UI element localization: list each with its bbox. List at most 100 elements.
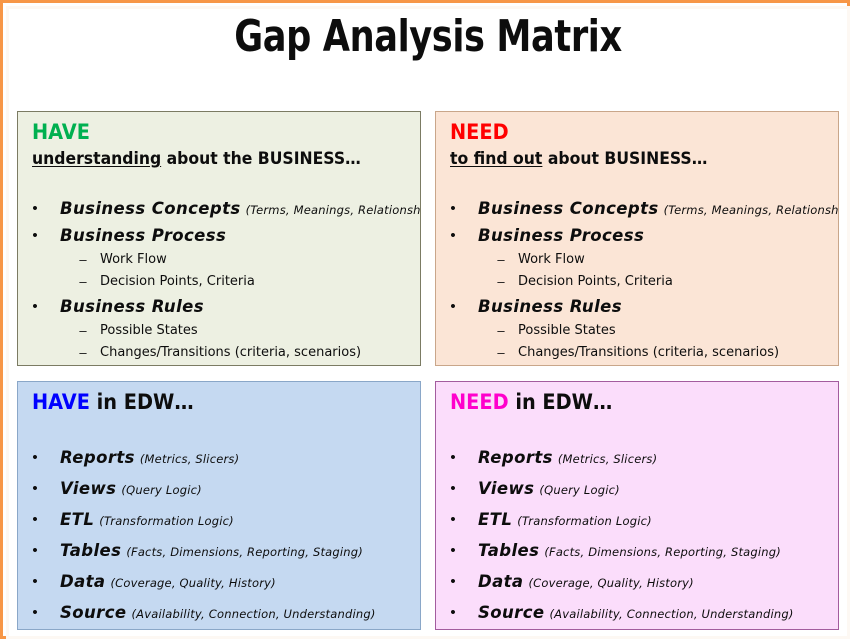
page-title: Gap Analysis Matrix — [234, 11, 622, 62]
bullet-marker-icon: • — [32, 604, 38, 621]
sub-list-item: – Work Flow — [436, 249, 838, 271]
list-item: • Source (Availability, Connection, Under… — [18, 597, 420, 628]
list-item-text: Business Concepts (Terms, Meanings, Relat… — [478, 195, 839, 224]
sub-list-item-label: Formulas, Parameters — [518, 364, 660, 365]
panel-have-edw: HAVE in EDW… • Reports (Metrics, Slicers)… — [17, 381, 421, 630]
sub-list-item: – Decision Points, Criteria — [436, 271, 838, 293]
list-item-text: Business Concepts (Terms, Meanings, Relat… — [60, 195, 421, 224]
list-item-paren — [226, 230, 231, 244]
list-item-label: Data — [478, 572, 524, 591]
list-item-paren: (Metrics, Slicers) — [557, 452, 658, 466]
list-item-label: Data — [60, 572, 106, 591]
sub-list-item: – Changes/Transitions (criteria, scenari… — [18, 342, 420, 364]
list-item-paren — [204, 301, 209, 315]
bullet-marker-icon: • — [32, 573, 38, 590]
list-item-text: Reports (Metrics, Slicers) — [478, 442, 657, 475]
subheading-underlined: to find out — [450, 149, 543, 169]
list-item-label: Source — [478, 603, 545, 622]
list-item: • Business Process — [18, 222, 420, 249]
sub-list-item-label: Formulas, Parameters — [100, 364, 242, 365]
panel-have-business-heading: HAVE — [32, 120, 90, 145]
list-item: • Business Rules — [436, 293, 838, 320]
dash-marker-icon: – — [79, 274, 87, 289]
panel-have-business-subheading: understanding about the BUSINESS… — [32, 149, 361, 170]
dash-marker-icon: – — [497, 274, 505, 289]
list-item-text: Reports (Metrics, Slicers) — [60, 442, 239, 475]
bullet-marker-icon: • — [450, 227, 456, 244]
bullet-marker-icon: • — [32, 542, 38, 559]
dash-marker-icon: – — [76, 364, 90, 365]
list-item-paren: (Terms, Meanings, Relationships) — [245, 203, 421, 217]
heading-rest: in EDW… — [508, 390, 613, 414]
sub-list-item-label: Possible States — [100, 323, 198, 338]
sub-list-item: – Formulas, Parameters — [18, 364, 420, 365]
list-item-paren: (Coverage, Quality, History) — [528, 576, 694, 590]
list-item: • Source (Availability, Connection, Under… — [436, 597, 838, 628]
list-item-paren: (Coverage, Quality, History) — [110, 576, 276, 590]
bullet-marker-icon: • — [32, 227, 38, 244]
list-item-text: Views (Query Logic) — [478, 473, 620, 506]
panel-need-edw-heading: NEED in EDW… — [450, 390, 612, 415]
list-item-paren: (Terms, Meanings, Relationships) — [663, 203, 839, 217]
sub-list-item-label: Changes/Transitions (criteria, scenarios… — [100, 345, 362, 360]
dash-marker-icon: – — [497, 252, 505, 267]
sub-list-item-label: Possible States — [518, 323, 616, 338]
list-item-paren: (Query Logic) — [539, 483, 620, 497]
list-item: • Business Concepts (Terms, Meanings, Rel… — [436, 195, 838, 222]
list-item-label: Tables — [478, 541, 540, 560]
list-item-text: Source (Availability, Connection, Underst… — [478, 597, 794, 629]
list-item-label: Reports — [478, 448, 553, 467]
sub-list-item-label: Work Flow — [518, 252, 585, 267]
sub-list-item: – Work Flow — [18, 249, 420, 271]
list-item: • Business Concepts (Terms, Meanings, Rel… — [18, 195, 420, 222]
bullet-list-have-edw: • Reports (Metrics, Slicers) • Views (Quer… — [18, 442, 420, 628]
panel-need-edw: NEED in EDW… • Reports (Metrics, Slicers)… — [435, 381, 839, 630]
list-item-label: Views — [478, 479, 535, 498]
list-item-label: Tables — [60, 541, 122, 560]
bullet-marker-icon: • — [32, 200, 38, 217]
list-item-text: Tables (Facts, Dimensions, Reporting, Sta… — [478, 535, 781, 568]
list-item-paren: (Facts, Dimensions, Reporting, Staging) — [126, 545, 363, 559]
panel-need-business: NEED to find out about BUSINESS… • Busin… — [435, 111, 839, 366]
list-item-paren — [622, 301, 627, 315]
list-item: • Data (Coverage, Quality, History) — [436, 566, 838, 597]
list-item-text: Business Rules — [60, 293, 209, 322]
bullet-marker-icon: • — [450, 449, 456, 466]
dash-marker-icon: – — [494, 364, 508, 365]
sub-list-item-label: Decision Points, Criteria — [518, 274, 673, 289]
list-item-label: ETL — [478, 510, 513, 529]
bullet-marker-icon: • — [450, 542, 456, 559]
dash-marker-icon: – — [497, 345, 505, 360]
list-item-label: Business Concepts — [478, 199, 659, 218]
bullet-marker-icon: • — [450, 480, 456, 497]
bullet-marker-icon: • — [450, 511, 456, 528]
subheading-rest: about BUSINESS… — [542, 149, 708, 169]
sub-list-item-label: Work Flow — [100, 252, 167, 267]
list-item: • ETL (Transformation Logic) — [18, 504, 420, 535]
list-item-label: Business Process — [478, 226, 645, 245]
bullet-marker-icon: • — [32, 511, 38, 528]
list-item-text: Data (Coverage, Quality, History) — [478, 566, 694, 599]
dash-marker-icon: – — [79, 252, 87, 267]
list-item-paren: (Facts, Dimensions, Reporting, Staging) — [544, 545, 781, 559]
panel-have-edw-heading: HAVE in EDW… — [32, 390, 194, 415]
bullet-list-need-business: • Business Concepts (Terms, Meanings, Rel… — [436, 195, 838, 365]
list-item-paren: (Availability, Connection, Understanding… — [549, 607, 794, 621]
sub-list-item: – Formulas, Parameters — [436, 364, 838, 365]
dash-marker-icon: – — [79, 323, 87, 338]
list-item-text: Business Rules — [478, 293, 627, 322]
list-item-text: Business Process — [478, 222, 649, 251]
panel-need-business-subheading: to find out about BUSINESS… — [450, 149, 707, 170]
list-item-label: Business Process — [60, 226, 227, 245]
bullet-marker-icon: • — [450, 200, 456, 217]
list-item-text: Tables (Facts, Dimensions, Reporting, Sta… — [60, 535, 363, 568]
bullet-marker-icon: • — [32, 480, 38, 497]
bullet-marker-icon: • — [32, 449, 38, 466]
sub-list-item: – Possible States — [18, 320, 420, 342]
list-item-paren: (Availability, Connection, Understanding… — [131, 607, 376, 621]
list-item-label: Source — [60, 603, 127, 622]
list-item-paren: (Query Logic) — [121, 483, 202, 497]
list-item-label: Views — [60, 479, 117, 498]
dash-marker-icon: – — [497, 323, 505, 338]
sub-list-item: – Changes/Transitions (criteria, scenari… — [436, 342, 838, 364]
